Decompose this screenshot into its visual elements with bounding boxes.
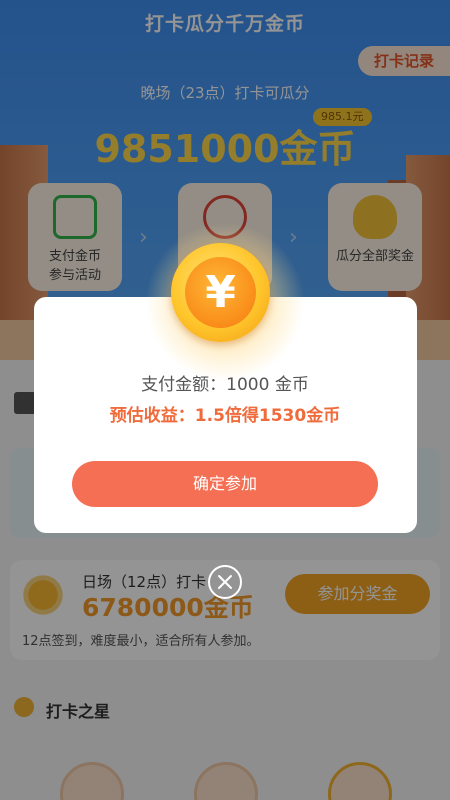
close-dialog-button[interactable] (208, 565, 242, 599)
estimated-earnings: 预估收益：1.5倍得1530金币 (109, 406, 341, 426)
confirm-join-button[interactable]: 确定参加 (72, 461, 378, 507)
yen-icon: ¥ (185, 257, 256, 328)
payment-amount: 支付金额：1000 金币 (141, 375, 309, 395)
close-icon (218, 575, 232, 589)
